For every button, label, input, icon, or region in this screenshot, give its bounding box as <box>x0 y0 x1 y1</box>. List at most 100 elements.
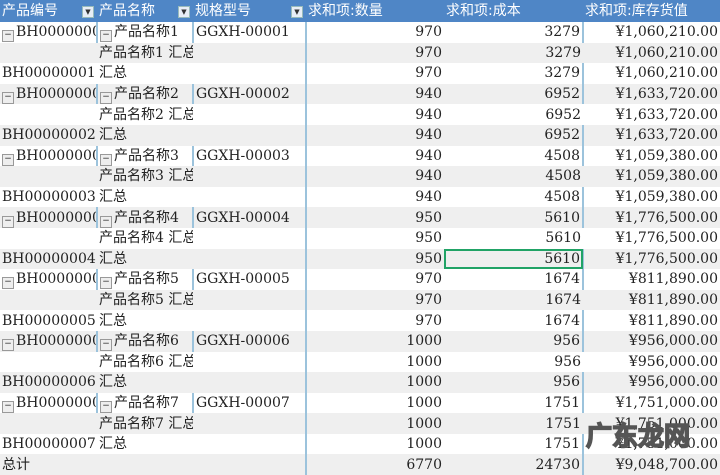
quantity-cell[interactable]: 6770 <box>305 454 444 475</box>
stock-value-cell[interactable]: ¥1,059,380.00 <box>582 186 720 208</box>
spec-cell[interactable]: GGXH-00001 <box>192 22 306 43</box>
cost-cell[interactable]: 3279 <box>444 63 583 84</box>
quantity-cell[interactable]: 940 <box>305 124 444 146</box>
quantity-cell[interactable]: 940 <box>305 83 444 105</box>
product-name-cell[interactable]: 汇总 <box>97 310 193 331</box>
cost-cell[interactable]: 1751 <box>444 434 583 455</box>
header-sum-stock-value[interactable]: 求和项:库存货值 <box>583 0 720 22</box>
stock-value-cell[interactable]: ¥1,751,000.00 <box>582 392 720 414</box>
product-name-cell[interactable]: 汇总 <box>97 187 193 208</box>
filter-dropdown-icon[interactable]: ▼ <box>82 6 94 18</box>
stock-value-cell[interactable]: ¥1,060,210.00 <box>582 22 720 43</box>
product-id-cell[interactable] <box>0 166 97 187</box>
product-name-cell[interactable]: 汇总 <box>97 124 193 146</box>
collapse-icon[interactable]: − <box>100 277 112 290</box>
stock-value-cell[interactable]: ¥1,776,500.00 <box>582 207 720 228</box>
spec-cell[interactable]: GGXH-00006 <box>192 330 306 352</box>
product-id-cell[interactable]: BH00000005 <box>0 310 97 331</box>
spec-cell[interactable] <box>193 228 306 249</box>
spec-cell[interactable] <box>193 63 306 84</box>
cost-cell[interactable]: 6952 <box>444 104 583 125</box>
product-id-cell[interactable]: BH00000003 <box>0 187 97 208</box>
quantity-cell[interactable]: 940 <box>305 104 444 125</box>
stock-value-cell[interactable]: ¥1,060,210.00 <box>583 42 720 64</box>
quantity-cell[interactable]: 950 <box>305 207 444 228</box>
spec-cell[interactable] <box>193 104 306 125</box>
product-name-cell[interactable]: − 产品名称6 <box>96 330 193 352</box>
cost-cell[interactable]: 3279 <box>444 42 583 64</box>
collapse-icon[interactable]: − <box>2 153 14 166</box>
cost-cell[interactable]: 3279 <box>444 22 583 43</box>
spec-cell[interactable]: GGXH-00004 <box>192 207 306 228</box>
stock-value-cell[interactable]: ¥1,633,720.00 <box>583 104 720 125</box>
product-id-cell[interactable]: − BH0000000 <box>0 269 97 290</box>
product-name-cell[interactable]: − 产品名称7 <box>96 392 193 414</box>
collapse-icon[interactable]: − <box>2 400 14 413</box>
spec-cell[interactable]: GGXH-00002 <box>192 83 306 105</box>
cost-cell[interactable]: 6952 <box>444 124 583 146</box>
cost-cell[interactable]: 4508 <box>444 187 583 208</box>
product-id-cell[interactable]: − BH0000000 <box>0 330 97 352</box>
quantity-cell[interactable]: 970 <box>305 289 444 311</box>
cost-cell[interactable]: 5610 <box>444 228 583 249</box>
product-name-cell[interactable]: 产品名称4 汇总 <box>97 228 193 249</box>
product-name-cell[interactable]: − 产品名称3 <box>96 145 193 167</box>
quantity-cell[interactable]: 940 <box>305 166 444 187</box>
header-product-name[interactable]: 产品名称 ▼ <box>97 0 193 22</box>
collapse-icon[interactable]: − <box>100 30 112 43</box>
quantity-cell[interactable]: 1000 <box>305 330 444 352</box>
product-id-cell[interactable] <box>0 413 97 434</box>
product-name-cell[interactable]: 产品名称3 汇总 <box>97 166 193 187</box>
cost-cell[interactable]: 1674 <box>444 269 583 290</box>
spec-cell[interactable] <box>193 248 306 270</box>
product-name-cell[interactable] <box>97 454 193 475</box>
product-id-cell[interactable]: − BH0000000 <box>0 83 97 105</box>
cost-cell[interactable]: 1674 <box>444 289 583 311</box>
product-id-cell[interactable]: BH00000002 <box>0 124 97 146</box>
cost-cell[interactable]: 956 <box>444 330 583 352</box>
product-id-cell[interactable] <box>0 352 97 373</box>
stock-value-cell[interactable]: ¥811,890.00 <box>583 289 720 311</box>
product-id-cell[interactable]: − BH0000000 <box>0 22 97 43</box>
cost-cell[interactable]: 5610 <box>444 207 583 228</box>
spec-cell[interactable] <box>193 454 306 475</box>
product-id-cell[interactable]: − BH0000000 <box>0 146 97 167</box>
cost-cell[interactable]: 1674 <box>444 310 583 331</box>
collapse-icon[interactable]: − <box>2 30 14 43</box>
stock-value-cell[interactable]: ¥1,776,500.00 <box>582 248 720 270</box>
quantity-cell[interactable]: 1000 <box>305 392 444 414</box>
stock-value-cell[interactable]: ¥811,890.00 <box>582 269 720 290</box>
cost-cell[interactable]: 956 <box>444 352 583 373</box>
product-id-cell[interactable] <box>0 289 97 311</box>
header-product-id[interactable]: 产品编号 ▼ <box>0 0 97 22</box>
spec-cell[interactable] <box>193 289 306 311</box>
product-id-cell[interactable]: BH00000007 <box>0 434 97 455</box>
product-id-cell[interactable] <box>0 104 97 125</box>
spec-cell[interactable] <box>193 413 306 434</box>
cost-cell[interactable]: 4508 <box>444 166 583 187</box>
collapse-icon[interactable]: − <box>100 153 112 166</box>
product-name-cell[interactable]: 汇总 <box>97 63 193 84</box>
product-name-cell[interactable]: 汇总 <box>97 248 193 270</box>
stock-value-cell[interactable]: ¥9,048,700.00 <box>582 454 720 475</box>
header-spec-model[interactable]: 规格型号 ▼ <box>193 0 306 22</box>
product-name-cell[interactable]: − 产品名称4 <box>96 207 193 228</box>
spec-cell[interactable] <box>193 187 306 208</box>
quantity-cell[interactable]: 970 <box>305 63 444 84</box>
product-id-cell[interactable] <box>0 228 97 249</box>
spec-cell[interactable] <box>193 42 306 64</box>
collapse-icon[interactable]: − <box>2 277 14 290</box>
stock-value-cell[interactable]: ¥956,000.00 <box>583 352 720 373</box>
stock-value-cell[interactable]: ¥811,890.00 <box>582 310 720 331</box>
stock-value-cell[interactable]: ¥956,000.00 <box>582 372 720 393</box>
stock-value-cell[interactable]: ¥1,059,380.00 <box>583 166 720 187</box>
product-id-cell[interactable]: BH00000006 <box>0 372 97 393</box>
collapse-icon[interactable]: − <box>2 339 14 352</box>
quantity-cell[interactable]: 970 <box>305 269 444 290</box>
product-name-cell[interactable]: − 产品名称1 <box>96 22 193 43</box>
spec-cell[interactable]: GGXH-00007 <box>192 392 306 414</box>
spec-cell[interactable]: GGXH-00005 <box>192 269 306 290</box>
product-id-cell[interactable]: − BH0000000 <box>0 207 97 228</box>
cost-cell[interactable]: 6952 <box>444 83 583 105</box>
stock-value-cell[interactable]: ¥1,060,210.00 <box>582 63 720 84</box>
